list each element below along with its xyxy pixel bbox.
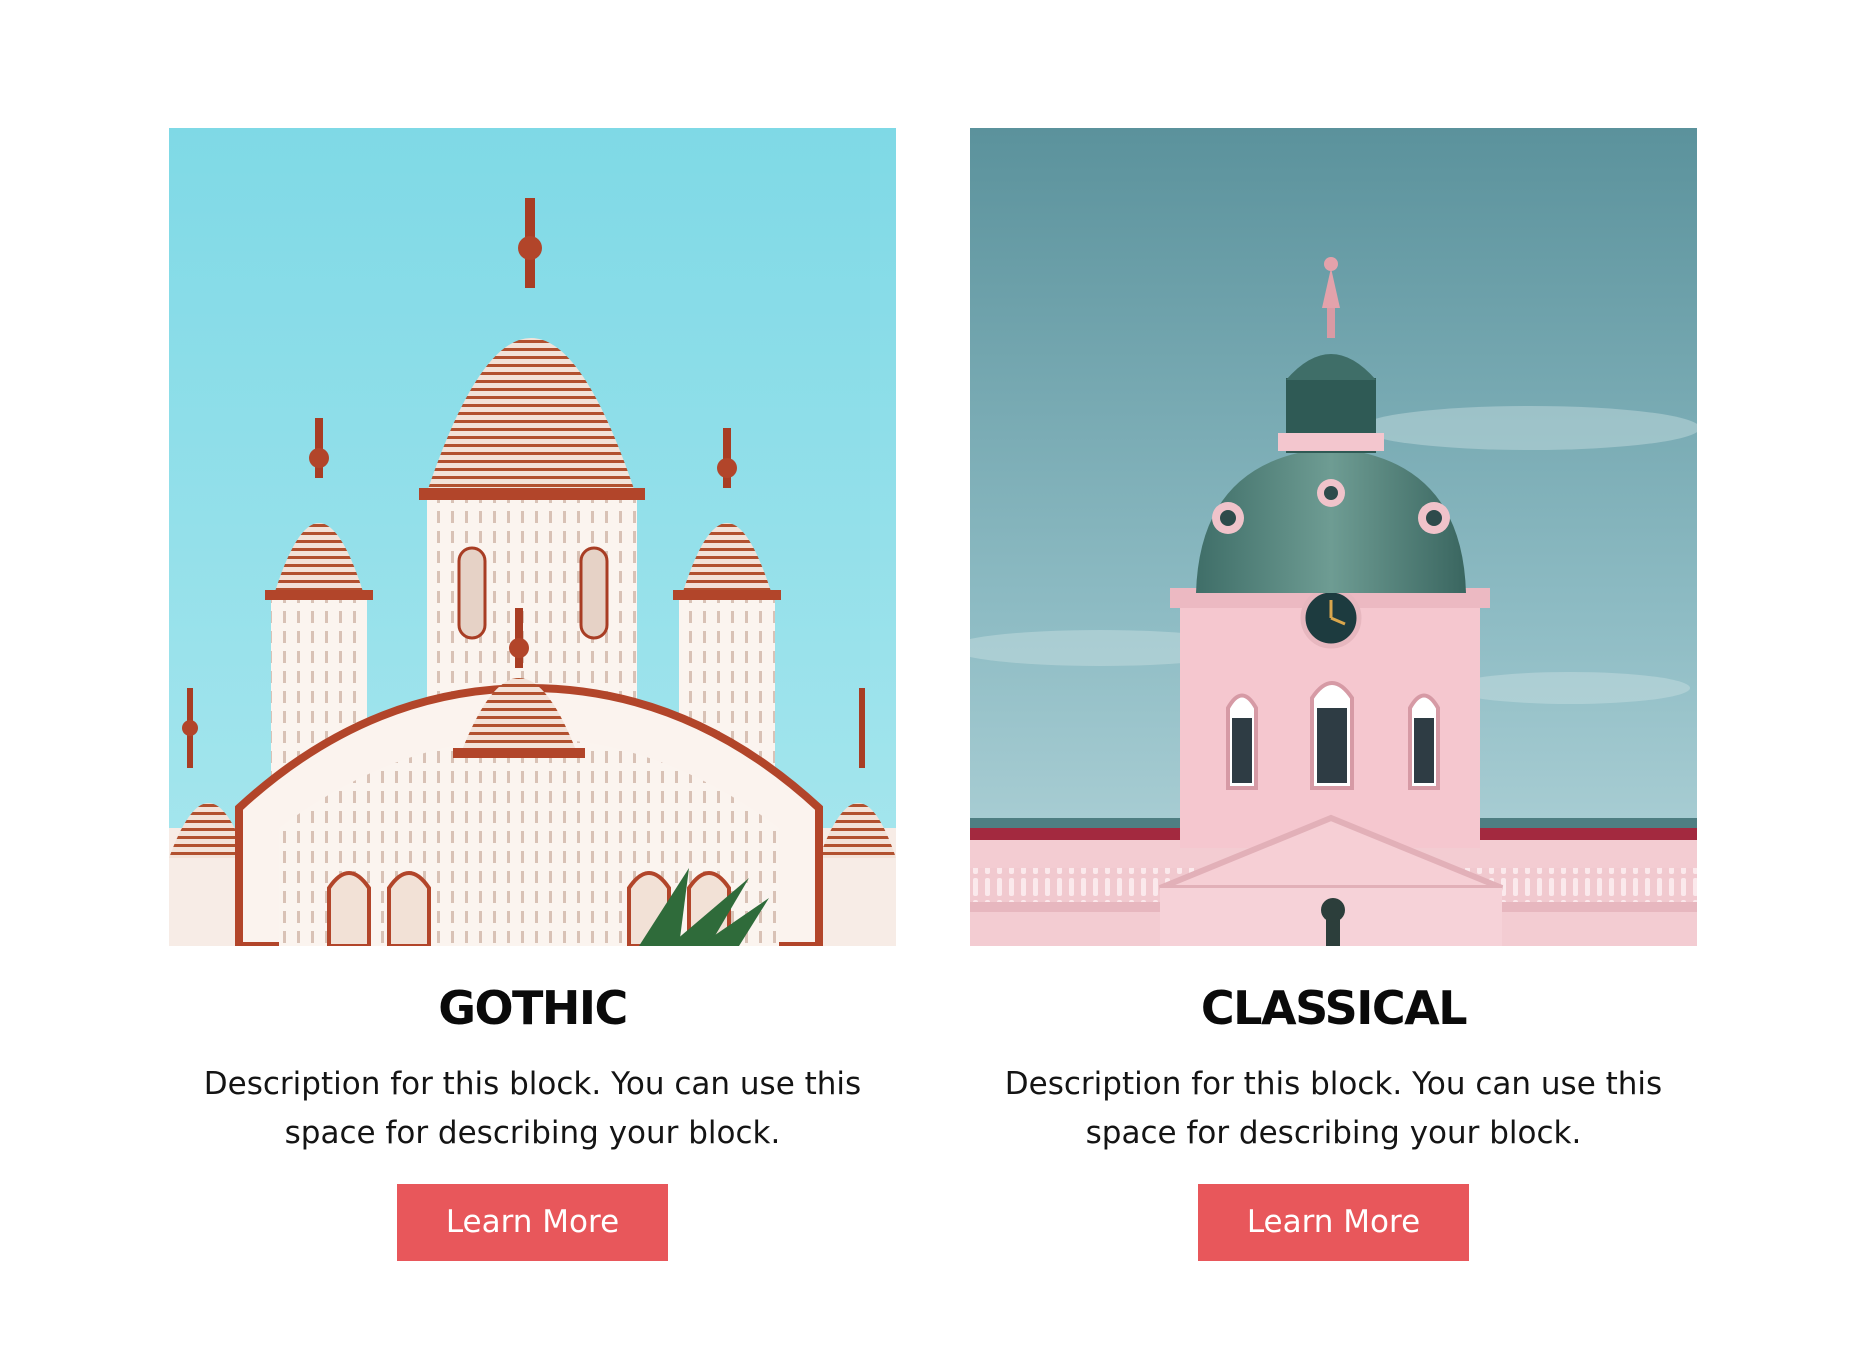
gothic-temple-image xyxy=(169,128,896,946)
card-description: Description for this block. You can use … xyxy=(203,1066,862,1151)
card-title: GOTHIC xyxy=(438,981,628,1035)
learn-more-button[interactable]: Learn More xyxy=(397,1184,668,1261)
card-title: CLASSICAL xyxy=(1200,981,1468,1035)
card-classical: CLASSICAL Description for this block. Yo… xyxy=(970,128,1697,1261)
card-description: Description for this block. You can use … xyxy=(1004,1066,1663,1151)
cards-grid: GOTHIC Description for this block. You c… xyxy=(169,128,1697,1261)
classical-palace-image xyxy=(970,128,1697,946)
learn-more-button[interactable]: Learn More xyxy=(1198,1184,1469,1261)
card-gothic: GOTHIC Description for this block. You c… xyxy=(169,128,896,1261)
